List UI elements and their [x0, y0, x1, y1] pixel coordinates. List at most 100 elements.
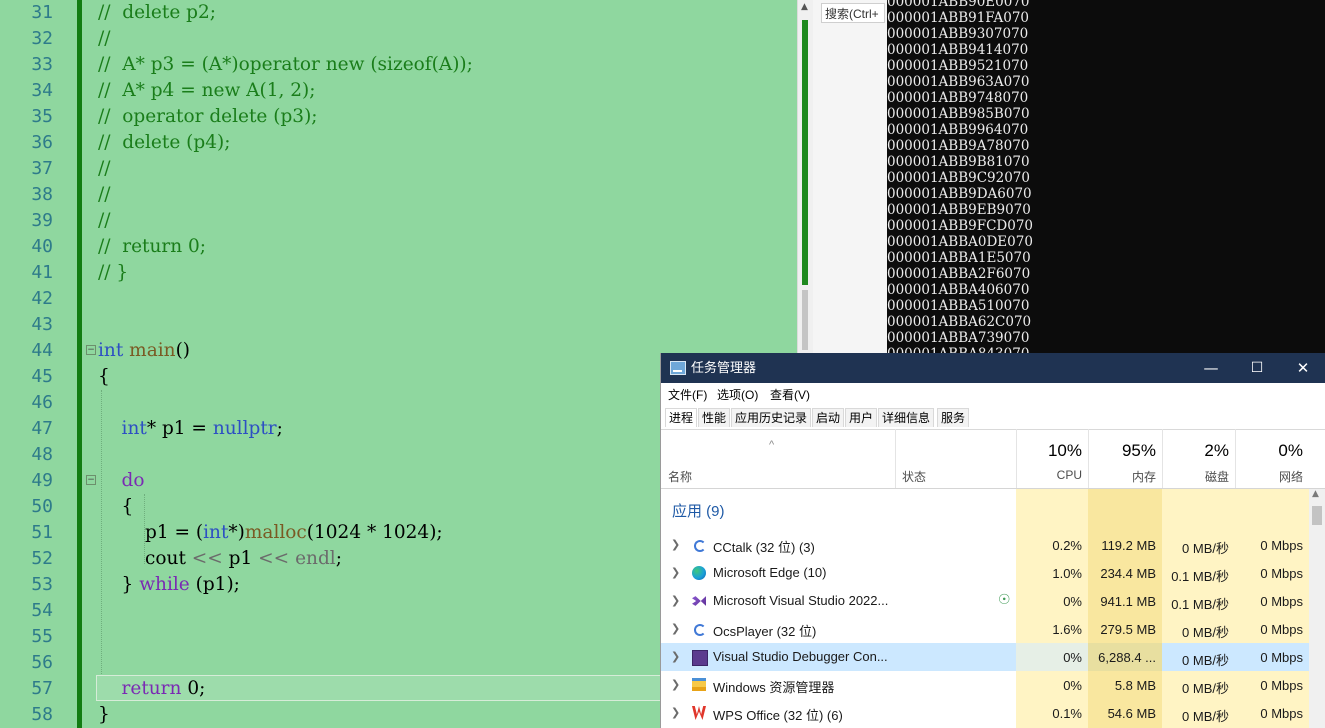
process-memory: 119.2 MB — [1101, 538, 1156, 553]
process-row[interactable]: ❯ Visual Studio Debugger Con... 0% 6,288.4 … — [661, 643, 1309, 671]
column-header-status-cell[interactable]: 状态 — [895, 429, 1016, 488]
code-line[interactable]: int* p1 = nullptr; — [98, 416, 283, 442]
process-disk: 0 MB/秒 — [1182, 653, 1229, 668]
task-manager-window[interactable]: 任务管理器 — ☐ ✕ 文件(F) 选项(O) 查看(V) 进程 性能 应用历史… — [661, 353, 1325, 728]
tab-processes[interactable]: 进程 — [665, 408, 698, 427]
column-header-cpu[interactable]: 10% CPU — [1016, 429, 1088, 488]
editor-vertical-scrollbar[interactable]: ▲ — [797, 0, 814, 355]
tab-services[interactable]: 服务 — [937, 408, 970, 427]
scroll-up-arrow-icon[interactable]: ▲ — [801, 2, 808, 12]
code-line[interactable]: // } — [98, 260, 128, 286]
console-output-line: 000001ABB985B070 — [887, 106, 1030, 122]
code-line[interactable]: return 0; — [98, 676, 206, 702]
console-output-line: 000001ABBA739070 — [887, 330, 1030, 346]
code-line[interactable]: do — [98, 468, 145, 494]
line-number: 31 — [31, 2, 53, 23]
visual-studio-icon — [692, 596, 706, 606]
process-row[interactable]: ❯ Microsoft Edge (10) 1.0% 234.4 MB 0.1 MB/秒… — [661, 559, 1309, 587]
scrollbar-thumb[interactable] — [802, 290, 808, 350]
debug-console-window[interactable]: 000001ABB90E0070 000001ABB91FA070 000001AB… — [887, 0, 1325, 353]
code-line[interactable]: p1 = (int*)malloc(1024 * 1024); — [98, 520, 443, 546]
column-header-disk[interactable]: 2% 磁盘 — [1162, 429, 1235, 488]
sort-caret-icon[interactable]: ^ — [769, 439, 774, 451]
process-network: 0 Mbps — [1260, 650, 1303, 665]
scroll-up-arrow-icon[interactable]: ▲ — [1312, 489, 1319, 499]
code-line[interactable]: // — [98, 156, 110, 182]
fold-toggle-do[interactable]: − — [86, 475, 96, 485]
code-line[interactable]: cout << p1 << endl; — [98, 546, 342, 572]
fold-toggle-main[interactable]: − — [86, 345, 96, 355]
code-line[interactable]: { — [98, 364, 110, 390]
process-network: 0 Mbps — [1260, 594, 1303, 609]
process-row[interactable]: ❯ Microsoft Visual Studio 2022... ☉ 0% 941.1… — [661, 587, 1309, 615]
title-bar[interactable]: 任务管理器 — ☐ ✕ — [661, 353, 1325, 383]
tab-startup[interactable]: 启动 — [812, 408, 845, 427]
column-header-network[interactable]: 0% 网络 — [1235, 429, 1309, 488]
close-button[interactable]: ✕ — [1280, 353, 1325, 383]
code-line[interactable]: // — [98, 208, 110, 234]
scrollbar-thumb[interactable] — [1312, 506, 1322, 525]
process-list-scrollbar[interactable]: ▲ — [1309, 489, 1325, 728]
column-header-row: ^ 名称 状态 10% CPU 95% 内存 2% 磁盘 0% 网络 — [661, 429, 1325, 489]
menu-file[interactable]: 文件(F) — [668, 386, 707, 403]
expand-chevron-icon[interactable]: ❯ — [671, 678, 680, 691]
process-list[interactable]: 应用 (9) ❯ CCtalk (32 位) (3) 0.2% 119.2 MB 0 M… — [661, 489, 1309, 728]
console-output-line: 000001ABB9FCD070 — [887, 218, 1034, 234]
console-output-line: 000001ABB9EB9070 — [887, 202, 1031, 218]
code-line[interactable]: // operator delete (p3); — [98, 104, 318, 130]
process-row[interactable]: ❯ CCtalk (32 位) (3) 0.2% 119.2 MB 0 MB/秒 0 Mb… — [661, 531, 1309, 559]
expand-chevron-icon[interactable]: ❯ — [671, 594, 680, 607]
code-line[interactable]: int main() — [98, 338, 190, 364]
code-line[interactable]: // A* p3 = (A*)operator new (sizeof(A)); — [98, 52, 473, 78]
group-header-apps[interactable]: 应用 (9) — [672, 500, 725, 521]
console-output-line: 000001ABBA0DE070 — [887, 234, 1033, 250]
process-row[interactable]: ❯ WPS Office (32 位) (6) 0.1% 54.6 MB 0 MB/秒 0… — [661, 699, 1309, 727]
code-line[interactable]: // — [98, 26, 110, 52]
expand-chevron-icon[interactable]: ❯ — [671, 650, 680, 663]
line-number: 52 — [31, 548, 53, 569]
maximize-button[interactable]: ☐ — [1234, 353, 1280, 383]
menu-options[interactable]: 选项(O) — [717, 386, 758, 403]
expand-chevron-icon[interactable]: ❯ — [671, 538, 680, 551]
process-memory: 941.1 MB — [1100, 594, 1156, 609]
tab-app-history[interactable]: 应用历史记录 — [731, 408, 812, 427]
line-number: 34 — [31, 80, 53, 101]
ocsplayer-icon — [694, 624, 706, 636]
column-header-memory[interactable]: 95% 内存 — [1088, 429, 1162, 488]
memory-label: 内存 — [1131, 470, 1156, 484]
minimize-button[interactable]: — — [1188, 353, 1234, 383]
code-line[interactable]: // delete p2; — [98, 0, 216, 26]
process-memory: 54.6 MB — [1107, 706, 1156, 721]
tab-performance[interactable]: 性能 — [698, 408, 731, 427]
process-disk: 0 MB/秒 — [1182, 541, 1229, 556]
column-header-name[interactable]: 名称 — [668, 468, 692, 485]
wps-icon — [692, 706, 706, 720]
code-line[interactable]: // delete (p4); — [98, 130, 230, 156]
menu-view[interactable]: 查看(V) — [770, 386, 810, 403]
code-line[interactable]: // — [98, 182, 110, 208]
expand-chevron-icon[interactable]: ❯ — [671, 622, 680, 635]
code-line[interactable]: } — [98, 702, 110, 728]
search-input[interactable]: 搜索(Ctrl+ — [821, 3, 885, 23]
console-output-line: 000001ABB90E0070 — [887, 0, 1030, 10]
process-memory: 6,288.4 ... — [1098, 650, 1156, 665]
process-cpu: 0.1% — [1052, 706, 1082, 721]
code-line[interactable]: } while (p1); — [98, 572, 240, 598]
tab-details[interactable]: 详细信息 — [878, 408, 935, 427]
code-line[interactable]: // return 0; — [98, 234, 206, 260]
code-line[interactable]: // A* p4 = new A(1, 2); — [98, 78, 316, 104]
process-row[interactable]: ❯ Windows 资源管理器 0% 5.8 MB 0 MB/秒 0 Mbps — [661, 671, 1309, 699]
process-disk: 0 MB/秒 — [1182, 681, 1229, 696]
code-line[interactable]: { — [98, 494, 134, 520]
expand-chevron-icon[interactable]: ❯ — [671, 566, 680, 579]
process-memory: 5.8 MB — [1114, 678, 1156, 693]
process-name: WPS Office (32 位) (6) — [713, 708, 843, 723]
process-network: 0 Mbps — [1260, 538, 1303, 553]
tab-users[interactable]: 用户 — [845, 408, 878, 427]
process-memory: 279.5 MB — [1100, 622, 1156, 637]
expand-chevron-icon[interactable]: ❯ — [671, 706, 680, 719]
line-number: 56 — [31, 652, 53, 673]
process-row[interactable]: ❯ OcsPlayer (32 位) 1.6% 279.5 MB 0 MB/秒 0 Mbp… — [661, 615, 1309, 643]
line-number: 58 — [31, 704, 53, 725]
disk-total-pct: 2% — [1204, 441, 1229, 460]
